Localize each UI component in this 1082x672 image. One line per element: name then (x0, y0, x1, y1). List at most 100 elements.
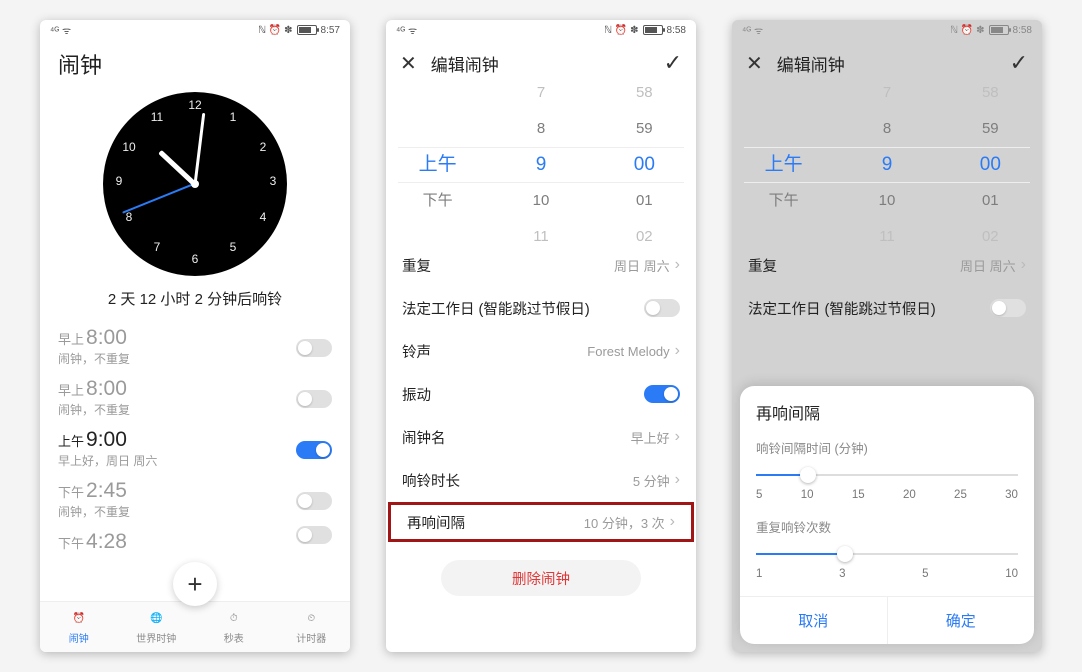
confirm-button[interactable]: ✓ (1010, 50, 1028, 76)
row-value: 早上好 (631, 428, 680, 447)
statusbar: ⁴ᴳ ᯤ ℕ ⏰ ✽ 8:58 (732, 20, 1042, 40)
row-label: 振动 (402, 384, 431, 405)
second-hand (122, 183, 195, 214)
tab-timer[interactable]: ⏲计时器 (273, 602, 351, 652)
alarm-prefix: 上午 (58, 431, 84, 450)
statusbar: ⁴ᴳ ᯤ ℕ ⏰ ✽8:57 (40, 20, 350, 40)
close-button[interactable]: ✕ (746, 51, 763, 76)
repeat-row: 重复周日 周六 (732, 244, 1042, 287)
alarm-row[interactable]: 下午4:28 (40, 523, 350, 557)
picker-value: 下午 (386, 183, 489, 219)
alarm-row[interactable]: 上午9:00 早上好，周日 周六 (40, 421, 350, 472)
workday-toggle[interactable] (644, 299, 680, 317)
alarm-sub: 闹钟，不重复 (58, 503, 332, 520)
minute-hand (194, 112, 206, 184)
cancel-button[interactable]: 取消 (740, 597, 888, 644)
interval-slider[interactable] (756, 465, 1018, 485)
alarm-toggle[interactable] (296, 390, 332, 408)
globe-icon: 🌐 (147, 610, 165, 628)
ringtone-row[interactable]: 铃声Forest Melody (386, 330, 696, 373)
stopwatch-icon: ⏱ (225, 610, 243, 628)
tab-label: 世界时钟 (136, 630, 176, 645)
count-slider-labels: 13510 (756, 568, 1018, 580)
minute-column[interactable]: 58 59 00 01 02 (593, 86, 696, 244)
vibrate-row[interactable]: 振动 (386, 373, 696, 416)
picker-value: 上午 (386, 147, 489, 183)
picker-value: 8 (835, 111, 938, 147)
alarm-time: 2:45 (86, 479, 127, 503)
status-time: 8:58 (1013, 25, 1032, 36)
picker-value: 11 (489, 219, 592, 255)
page-title: 闹钟 (40, 40, 350, 84)
row-label: 闹钟名 (402, 427, 446, 448)
confirm-button[interactable]: ✓ (664, 50, 682, 76)
sheet-actions: 取消 确定 (740, 596, 1034, 644)
alarm-prefix: 下午 (58, 482, 84, 501)
alarm-time: 4:28 (86, 530, 127, 554)
picker-value: 59 (939, 111, 1042, 147)
add-alarm-button[interactable]: + (173, 562, 217, 606)
alarm-prefix: 下午 (58, 533, 84, 552)
picker-value: 10 (489, 183, 592, 219)
picker-value: 7 (489, 75, 592, 111)
alarm-prefix: 早上 (58, 380, 84, 399)
alarm-sub: 闹钟，不重复 (58, 350, 332, 367)
picker-value: 59 (593, 111, 696, 147)
row-value: 5 分钟 (633, 471, 680, 490)
picker-value: 10 (835, 183, 938, 219)
interval-label: 响铃间隔时间 (分钟) (756, 438, 1018, 457)
signal-icon: ⁴ᴳ ᯤ (396, 23, 417, 37)
tab-label: 闹钟 (69, 630, 89, 645)
tab-label: 计时器 (296, 630, 326, 645)
picker-value: 58 (593, 75, 696, 111)
picker-value: 01 (939, 183, 1042, 219)
picker-value: 58 (939, 75, 1042, 111)
alarm-toggle[interactable] (296, 339, 332, 357)
tab-stopwatch[interactable]: ⏱秒表 (195, 602, 273, 652)
name-row[interactable]: 闹钟名 早上好 (386, 416, 696, 459)
ok-button[interactable]: 确定 (888, 597, 1035, 644)
status-icons: ℕ ⏰ ✽ (950, 25, 984, 36)
duration-row[interactable]: 响铃时长5 分钟 (386, 459, 696, 502)
tab-alarm[interactable]: ⏰ 闹钟 (40, 602, 118, 652)
page-title: 编辑闹钟 (431, 51, 499, 76)
count-slider[interactable] (756, 544, 1018, 564)
alarm-row[interactable]: 早上8:00 闹钟，不重复 (40, 319, 350, 370)
alarm-toggle[interactable] (296, 526, 332, 544)
delete-alarm-button[interactable]: 删除闹钟 (441, 560, 641, 596)
row-label: 再响间隔 (407, 512, 465, 533)
alarm-toggle[interactable] (296, 492, 332, 510)
bottom-tabs: ⏰ 闹钟 🌐 世界时钟 ⏱秒表 ⏲计时器 (40, 601, 350, 652)
statusbar: ⁴ᴳ ᯤ ℕ ⏰ ✽ 8:58 (386, 20, 696, 40)
close-button[interactable]: ✕ (400, 51, 417, 76)
picker-value: 7 (835, 75, 938, 111)
time-picker[interactable]: . . 上午 下午 . 7 8 9 10 11 58 59 00 01 02 (386, 86, 696, 244)
workday-row[interactable]: 法定工作日 (智能跳过节假日) (386, 287, 696, 330)
alarm-list-screen: ⁴ᴳ ᯤ ℕ ⏰ ✽8:57 闹钟 12 1 2 3 4 5 6 7 8 9 1… (40, 20, 350, 652)
count-label: 重复响铃次数 (756, 517, 1018, 536)
hour-column[interactable]: 7 8 9 10 11 (489, 86, 592, 244)
alarm-icon: ⏰ (70, 610, 88, 628)
picker-value: 9 (489, 147, 592, 183)
vibrate-toggle[interactable] (644, 385, 680, 403)
time-picker: .. 上午 下午 . 7 8 9 10 11 58 59 00 01 02 (732, 86, 1042, 244)
snooze-dialog-screen: ⁴ᴳ ᯤ ℕ ⏰ ✽8:58 ✕编辑闹钟 ✓ .. 上午 下午 . 7 8 9 … (732, 20, 1042, 652)
alarm-toggle[interactable] (296, 441, 332, 459)
tab-world-clock[interactable]: 🌐 世界时钟 (118, 602, 196, 652)
row-value: Forest Melody (587, 342, 680, 360)
snooze-row[interactable]: 再响间隔10 分钟，3 次 (388, 502, 694, 542)
battery-icon (989, 25, 1009, 35)
alarm-row[interactable]: 早上8:00 闹钟，不重复 (40, 370, 350, 421)
status-icons: ℕ ⏰ ✽ (604, 25, 638, 36)
signal-icon: ⁴ᴳ ᯤ (50, 23, 71, 37)
alarm-sub: 早上好，周日 周六 (58, 452, 332, 469)
ampm-column[interactable]: . . 上午 下午 . (386, 86, 489, 244)
battery-icon (643, 25, 663, 35)
alarm-row[interactable]: 下午2:45 闹钟，不重复 (40, 472, 350, 523)
picker-value: 00 (939, 147, 1042, 183)
picker-value: 上午 (732, 147, 835, 183)
signal-icon: ⁴ᴳ ᯤ (742, 23, 763, 37)
hour-hand (158, 149, 197, 185)
status-time: 8:58 (667, 25, 686, 36)
next-alarm-countdown: 2 天 12 小时 2 分钟后响铃 (40, 288, 350, 319)
